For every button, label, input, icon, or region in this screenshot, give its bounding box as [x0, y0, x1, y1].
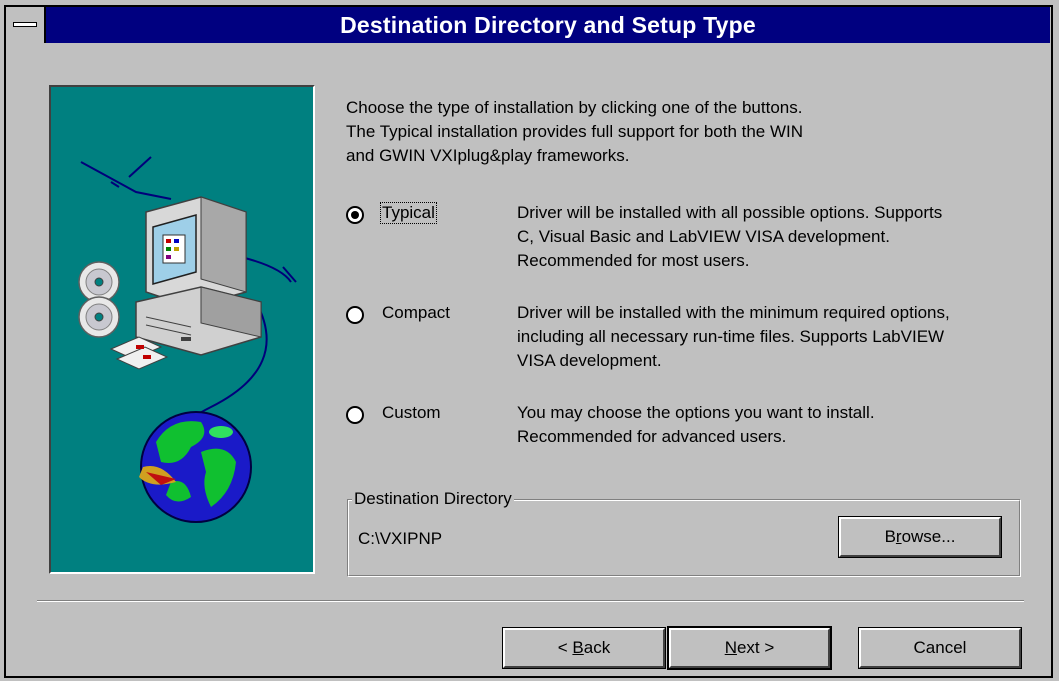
- intro-text: Choose the type of installation by click…: [346, 96, 966, 168]
- description-line: C, Visual Basic and LabVIEW VISA develop…: [517, 227, 890, 246]
- system-menu-icon: [13, 22, 37, 27]
- title-bar: Destination Directory and Setup Type: [6, 7, 1050, 43]
- option-description-compact: Driver will be installed with the minimu…: [517, 301, 1037, 373]
- cancel-button[interactable]: Cancel: [859, 628, 1021, 668]
- window-title: Destination Directory and Setup Type: [340, 12, 756, 38]
- description-line: Recommended for advanced users.: [517, 427, 787, 446]
- back-button[interactable]: < Back: [503, 628, 665, 668]
- radio-button[interactable]: [346, 306, 364, 324]
- computer-globe-icon: [78, 156, 297, 523]
- intro-line: The Typical installation provides full s…: [346, 122, 804, 141]
- option-label-typical[interactable]: Typical: [380, 202, 437, 224]
- description-line: VISA development.: [517, 351, 662, 370]
- option-label-compact[interactable]: Compact: [381, 303, 451, 323]
- radio-button[interactable]: [346, 406, 364, 424]
- intro-line: Choose the type of installation by click…: [346, 98, 803, 117]
- option-description-typical: Driver will be installed with all possib…: [517, 201, 1037, 273]
- next-button[interactable]: Next >: [669, 628, 830, 668]
- setup-illustration: [49, 85, 315, 574]
- radio-button-selected[interactable]: [346, 206, 364, 224]
- description-line: including all necessary run-time files. …: [517, 327, 945, 346]
- system-menu-button[interactable]: [6, 7, 46, 43]
- description-line: Driver will be installed with all possib…: [517, 203, 943, 222]
- separator-line: [37, 600, 1024, 602]
- destination-path: C:\VXIPNP: [358, 529, 443, 548]
- description-line: Driver will be installed with the minimu…: [517, 303, 950, 322]
- option-description-custom: You may choose the options you want to i…: [517, 401, 1037, 449]
- description-line: Recommended for most users.: [517, 251, 750, 270]
- setup-dialog: Destination Directory and Setup Type Cho…: [0, 0, 1059, 681]
- description-line: You may choose the options you want to i…: [517, 403, 875, 422]
- intro-line: and GWIN VXIplug&play frameworks.: [346, 146, 630, 165]
- browse-button[interactable]: Browse...: [839, 517, 1001, 557]
- destination-group-title: Destination Directory: [352, 488, 514, 510]
- option-label-custom[interactable]: Custom: [381, 403, 442, 423]
